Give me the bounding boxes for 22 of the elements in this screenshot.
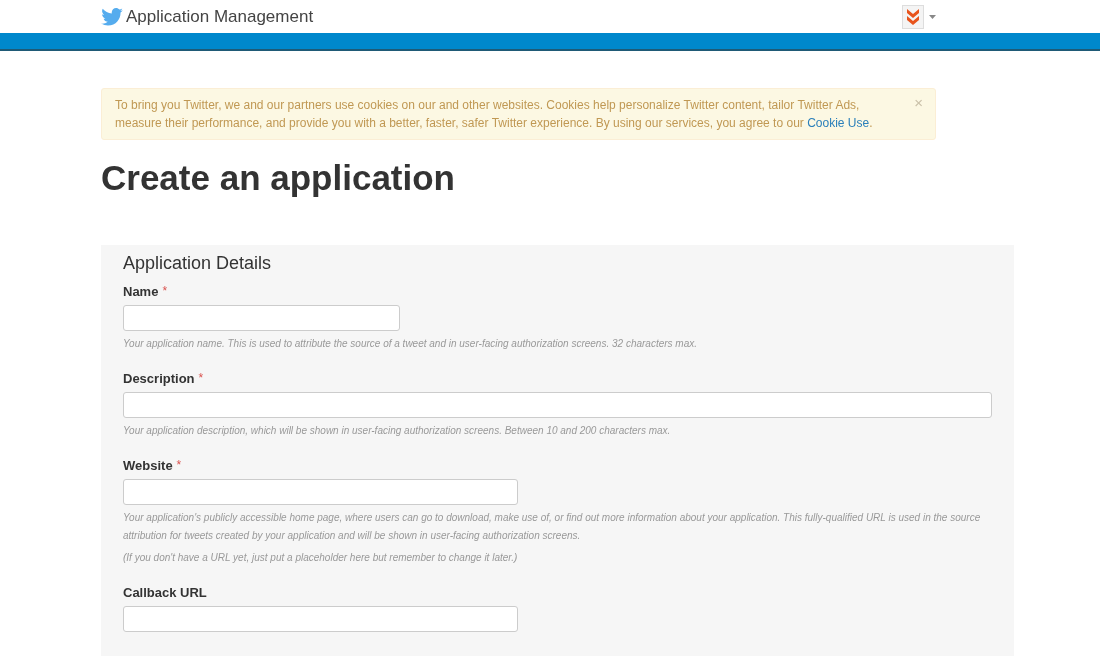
cookie-notice-text: To bring you Twitter, we and our partners use cookies on our and other websites. Cookies help personalize Twitter content, tailor Twitter Ads, measure their performance, and provide you with a better, faster, safer Twitter experience. By using our services, you agree to our Cookie Use.	[115, 97, 874, 132]
required-mark: *	[176, 458, 182, 473]
required-mark: *	[198, 371, 204, 386]
text-input[interactable]	[123, 392, 992, 418]
required-mark: *	[162, 284, 168, 299]
text-input[interactable]	[123, 305, 400, 331]
text-input[interactable]	[123, 606, 518, 632]
field-label: Description	[123, 371, 195, 386]
text-input[interactable]	[123, 479, 518, 505]
help-text: Your application's publicly accessible home page, where users can go to download, make use of, or find out more information about your application. This fully-qualified URL is used in the source attribution for tweets created by your application and will be shown in user-facing authorization screens.	[123, 511, 982, 543]
avatar-icon[interactable]	[902, 4, 924, 29]
help-text: Your application description, which will be shown in user-facing authorization screens. Between 10 and 200 characters max.	[123, 424, 672, 438]
bird-icon	[101, 7, 123, 26]
app-title: Application Management	[126, 6, 314, 27]
page-title: Create an application	[101, 158, 456, 198]
field-label: Callback URL	[123, 585, 207, 600]
help-text: (If you don't have a URL yet, just put a placeholder here but remember to change it later.)	[123, 551, 519, 565]
panel-title: Application Details	[123, 253, 273, 274]
caret-icon[interactable]	[929, 14, 936, 19]
help-text: Your application name. This is used to attribute the source of a tweet and in user-facing authorization screens. 32 characters max.	[123, 337, 699, 351]
field-label: Name	[123, 284, 159, 299]
field-label: Website	[123, 458, 173, 473]
